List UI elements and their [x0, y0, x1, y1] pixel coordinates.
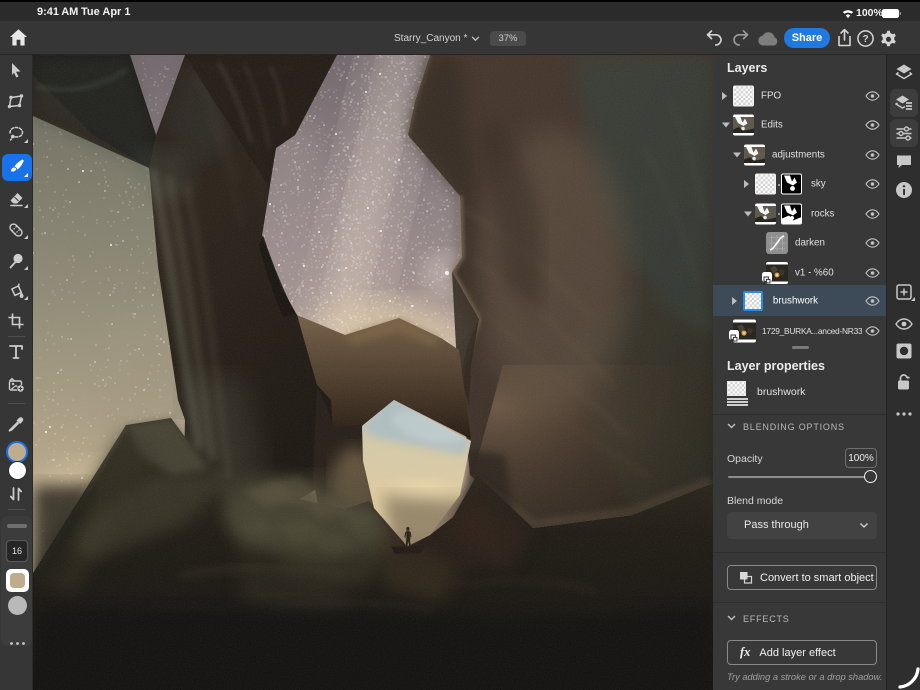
svg-text:?: ? [862, 34, 868, 45]
